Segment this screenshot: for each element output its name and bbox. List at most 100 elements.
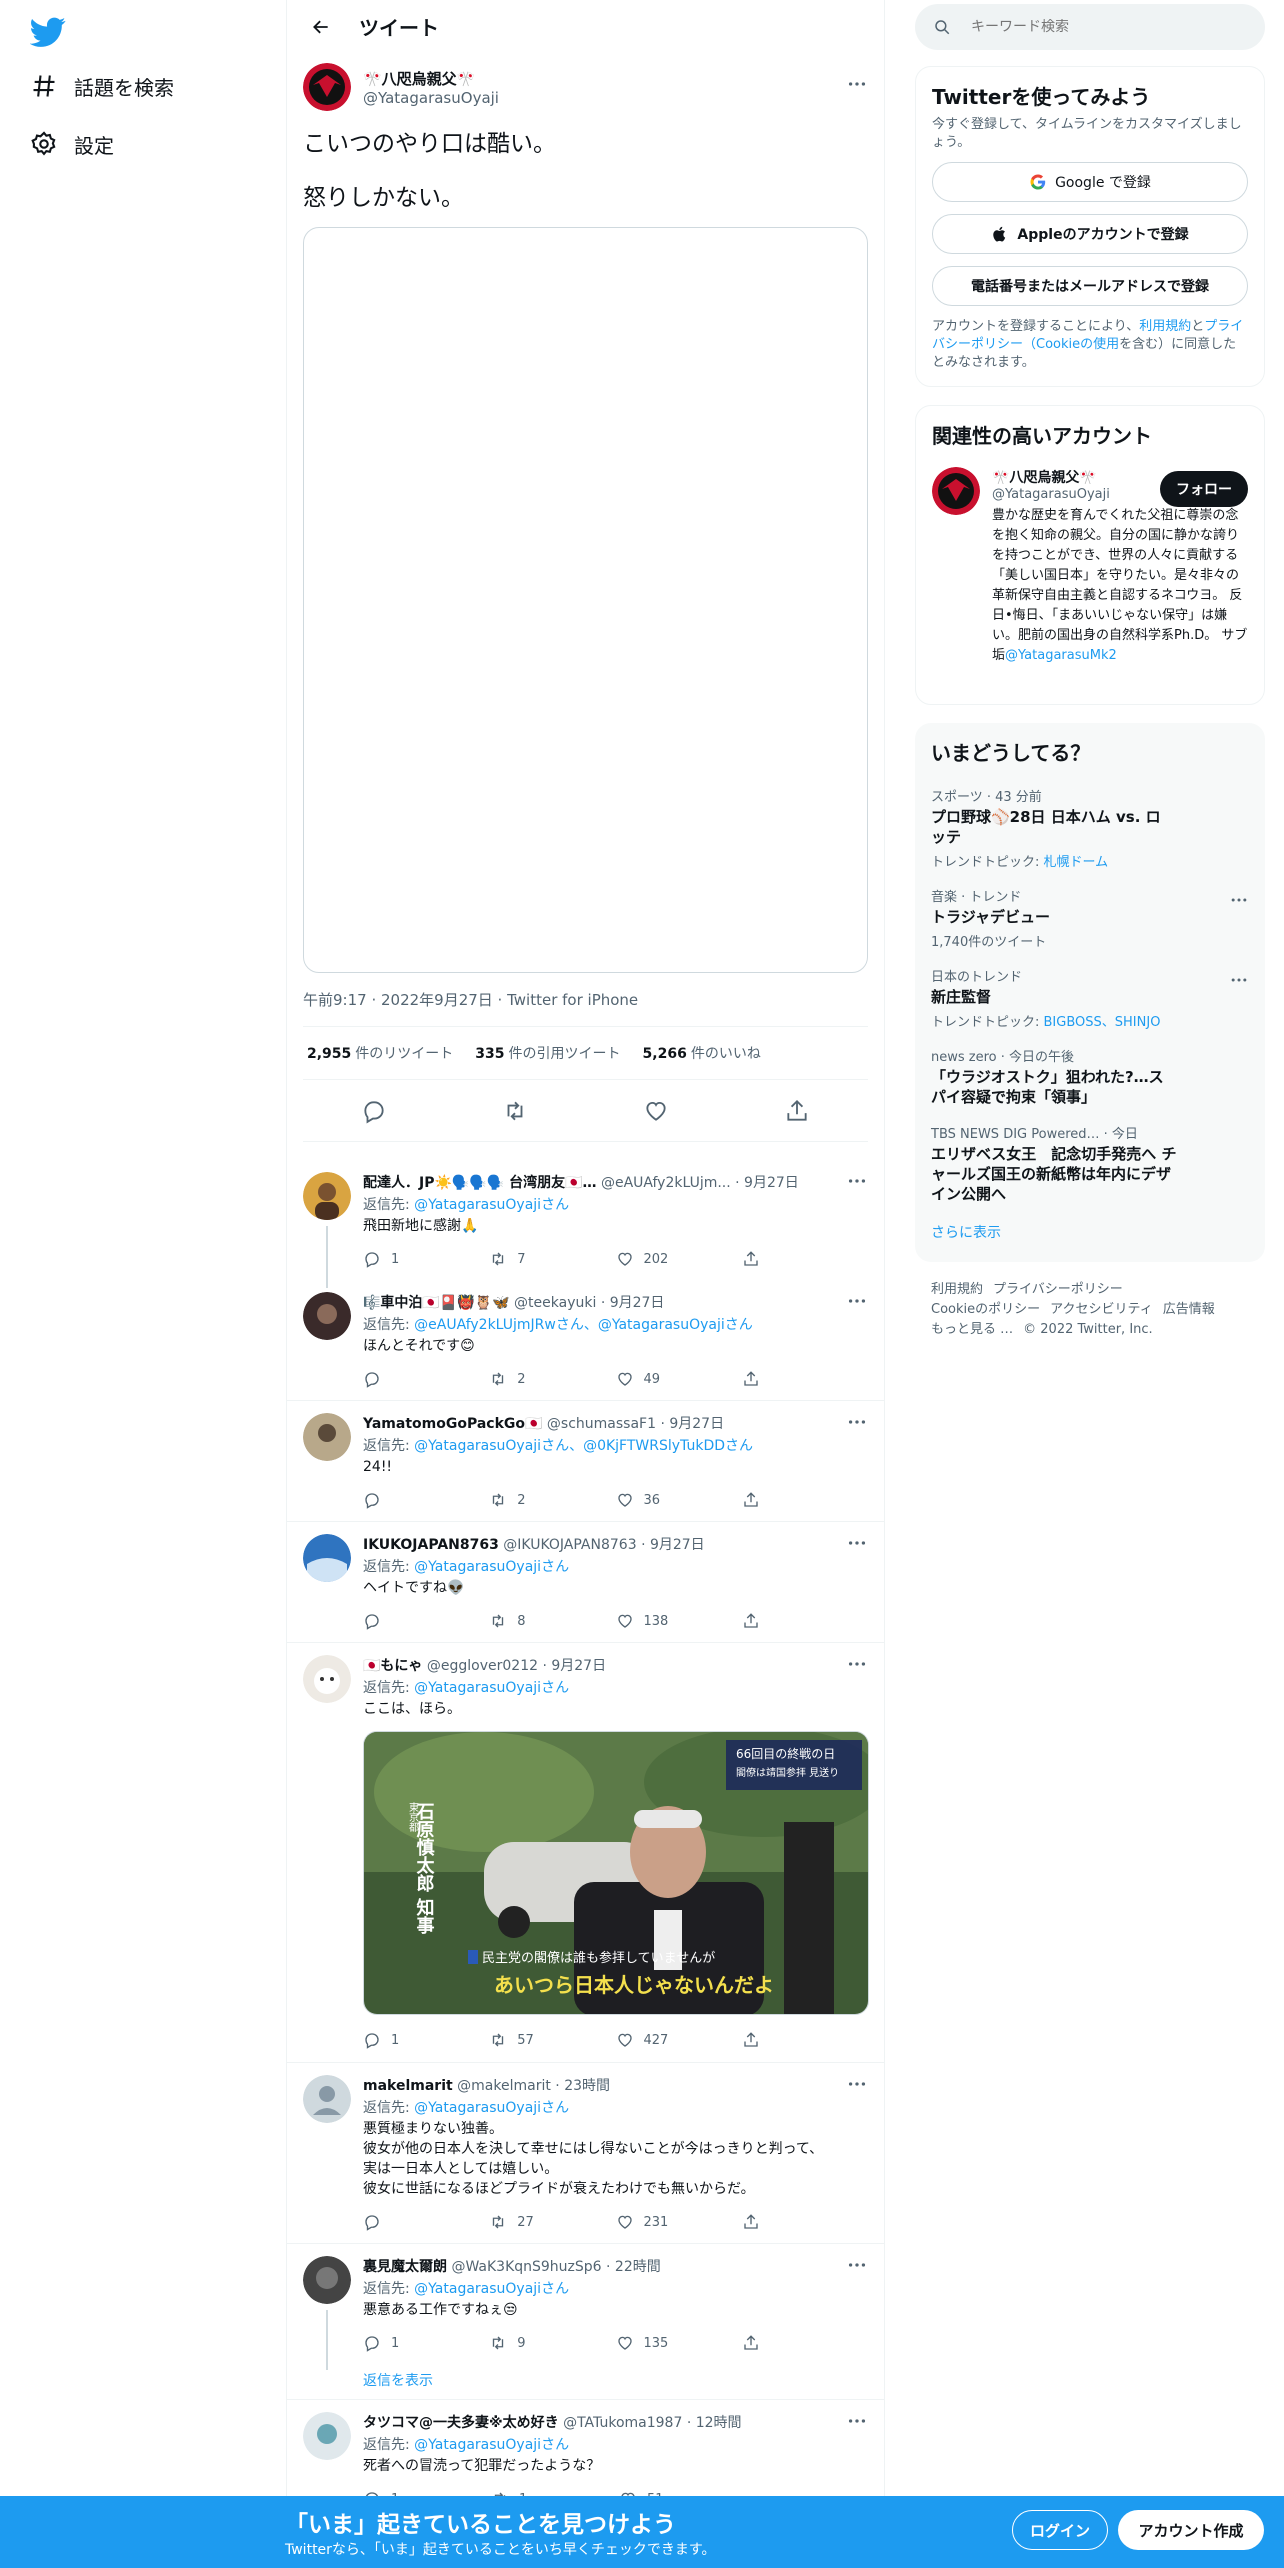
reply-count[interactable]: 1: [363, 1250, 489, 1268]
like-count[interactable]: 202: [616, 1250, 742, 1268]
show-replies-link[interactable]: 返信を表示: [363, 2370, 868, 2390]
avatar[interactable]: [303, 2412, 351, 2460]
search-bar[interactable]: [915, 4, 1265, 50]
nav-settings[interactable]: 設定: [30, 122, 114, 166]
more-icon[interactable]: [1229, 890, 1249, 910]
tweet-timestamp[interactable]: 午前9:17 · 2022年9月27日 · Twitter for iPhone: [303, 989, 868, 1027]
retweet-count[interactable]: 7: [489, 1250, 615, 1268]
retweet-count[interactable]: 2: [489, 1370, 615, 1388]
trend-item[interactable]: news zero · 今日の午後 「ウラジオストク」狙われた?…スパイ容疑で拘…: [931, 1038, 1249, 1115]
back-button[interactable]: [303, 9, 339, 45]
tweet-media[interactable]: [303, 227, 868, 973]
more-icon[interactable]: [846, 2410, 868, 2432]
trend-item[interactable]: 音楽 · トレンド トラジャデビュー 1,740件のツイート: [931, 878, 1249, 958]
reply-author-handle[interactable]: @egglover0212: [427, 1658, 538, 1674]
retweet-count[interactable]: 8: [489, 1612, 615, 1630]
reply-author-handle[interactable]: @schumassaF1: [547, 1416, 656, 1432]
footer-link[interactable]: 利用規約: [931, 1282, 983, 1297]
share-icon[interactable]: [784, 1098, 810, 1124]
trend-item[interactable]: 日本のトレンド 新庄監督 トレンドトピック: BIGBOSS、SHINJO: [931, 958, 1249, 1038]
reply-author-name[interactable]: タツコマ@一夫多妻※太め好き: [363, 2415, 559, 2431]
reply-time[interactable]: · 9月27日: [542, 1658, 606, 1674]
more-icon[interactable]: [846, 1411, 868, 1433]
retweet-icon[interactable]: [502, 1098, 528, 1124]
reply-author-handle[interactable]: @eAUAfy2kLUjm...: [601, 1175, 731, 1191]
retweet-count[interactable]: 9: [489, 2334, 615, 2352]
related-account[interactable]: 🎌八咫烏親父🎌 @YatagarasuOyaji 豊かな歴史を育んでくれた父祖に…: [932, 467, 1248, 666]
login-button[interactable]: ログイン: [1012, 2510, 1108, 2550]
footer-link[interactable]: プライバシーポリシー: [993, 1282, 1123, 1297]
avatar[interactable]: [303, 1534, 351, 1582]
like-count[interactable]: 36: [616, 1491, 742, 1509]
signup-button[interactable]: アカウント作成: [1118, 2510, 1264, 2550]
show-more-trends-link[interactable]: さらに表示: [931, 1212, 1249, 1248]
reply-media-image[interactable]: 66回目の終戦の日 閣僚は靖国参拝 見送り 東京都 石原慎太郎 知事 民主党の閣…: [363, 1731, 869, 2015]
reply-time[interactable]: · 9月27日: [641, 1537, 705, 1553]
avatar[interactable]: [303, 1292, 351, 1340]
reply-author-handle[interactable]: @teekayuki: [514, 1295, 596, 1311]
reply-count[interactable]: [363, 2213, 489, 2231]
apple-signup-button[interactable]: Appleのアカウントで登録: [932, 214, 1248, 254]
more-icon[interactable]: [846, 2254, 868, 2276]
reply-time[interactable]: · 9月27日: [660, 1416, 724, 1432]
share-button[interactable]: [742, 1612, 868, 1630]
retweets-stat[interactable]: 2,955 件のリツイート: [307, 1043, 453, 1063]
like-count[interactable]: 135: [616, 2334, 742, 2352]
likes-stat[interactable]: 5,266 件のいいね: [643, 1043, 761, 1063]
footer-more-link[interactable]: もっと見る …: [931, 1322, 1013, 1337]
avatar[interactable]: [303, 1655, 351, 1703]
reply-item[interactable]: makelmarit @makelmarit · 23時間 返信先: @Yata…: [287, 2063, 884, 2244]
retweet-count[interactable]: 27: [489, 2213, 615, 2231]
author-handle[interactable]: @YatagarasuOyaji: [363, 89, 499, 107]
like-icon[interactable]: [643, 1098, 669, 1124]
reply-author-handle[interactable]: @TATukoma1987: [563, 2415, 682, 2431]
reply-item[interactable]: YamatomoGoPackGo🇯🇵 @schumassaF1 · 9月27日 …: [287, 1401, 884, 1522]
like-count[interactable]: 231: [616, 2213, 742, 2231]
trend-item[interactable]: スポーツ · 43 分前 プロ野球⚾28日 日本ハム vs. ロッテ トレンドト…: [931, 778, 1249, 878]
like-count[interactable]: 49: [616, 1370, 742, 1388]
share-button[interactable]: [742, 1250, 868, 1268]
reply-count[interactable]: [363, 1612, 489, 1630]
reply-item[interactable]: IKUKOJAPAN8763 @IKUKOJAPAN8763 · 9月27日 返…: [287, 1522, 884, 1643]
reply-author-name[interactable]: 配達人．JP☀️🗣️🗣️🗣️ 台湾朋友🇯🇵…: [363, 1175, 597, 1191]
share-button[interactable]: [742, 2334, 868, 2352]
avatar[interactable]: [303, 2256, 351, 2304]
footer-link[interactable]: 広告情報: [1163, 1302, 1215, 1317]
footer-link[interactable]: Cookieのポリシー: [931, 1302, 1040, 1317]
nav-explore[interactable]: 話題を検索: [30, 64, 174, 108]
share-button[interactable]: [742, 2031, 868, 2049]
phone-email-signup-button[interactable]: 電話番号またはメールアドレスで登録: [932, 266, 1248, 306]
avatar[interactable]: [303, 63, 351, 111]
share-button[interactable]: [742, 2213, 868, 2231]
reply-count[interactable]: [363, 1370, 489, 1388]
reply-item[interactable]: 配達人．JP☀️🗣️🗣️🗣️ 台湾朋友🇯🇵… @eAUAfy2kLUjm... …: [287, 1160, 884, 1288]
avatar[interactable]: [932, 467, 980, 515]
avatar[interactable]: [303, 1413, 351, 1461]
trend-item[interactable]: TBS NEWS DIG Powered… · 今日 エリザベス女王 記念切手発…: [931, 1115, 1249, 1212]
reply-author-name[interactable]: makelmarit: [363, 2078, 453, 2094]
reply-author-name[interactable]: IKUKOJAPAN8763: [363, 1537, 499, 1553]
reply-count[interactable]: 1: [363, 2334, 489, 2352]
twitter-logo-icon[interactable]: [30, 14, 66, 50]
reply-time[interactable]: · 23時間: [555, 2078, 610, 2094]
like-count[interactable]: 138: [616, 1612, 742, 1630]
reply-item[interactable]: 🇯🇵もにゃ @egglover0212 · 9月27日 返信先: @Yataga…: [287, 1643, 884, 2063]
reply-time[interactable]: · 12時間: [687, 2415, 742, 2431]
avatar[interactable]: [303, 2075, 351, 2123]
reply-author-handle[interactable]: @WaK3KqnS9huzSp6: [451, 2259, 601, 2275]
reply-count[interactable]: [363, 1491, 489, 1509]
more-icon[interactable]: [846, 73, 868, 95]
reply-item[interactable]: 🎼車中泊🇯🇵🎴👹🦉🦋 @teekayuki · 9月27日 返信先: @eAUA…: [287, 1280, 884, 1401]
more-icon[interactable]: [846, 1170, 868, 1192]
reply-time[interactable]: · 9月27日: [735, 1175, 799, 1191]
quotes-stat[interactable]: 335 件の引用ツイート: [475, 1043, 620, 1063]
share-button[interactable]: [742, 1491, 868, 1509]
reply-author-handle[interactable]: @IKUKOJAPAN8763: [503, 1537, 636, 1553]
reply-author-name[interactable]: YamatomoGoPackGo🇯🇵: [363, 1416, 542, 1432]
reply-author-name[interactable]: 🇯🇵もにゃ: [363, 1658, 422, 1674]
share-button[interactable]: [742, 1370, 868, 1388]
reply-item[interactable]: 裏見魔太爾朗 @WaK3KqnS9huzSp6 · 22時間 返信先: @Yat…: [287, 2244, 884, 2400]
more-icon[interactable]: [846, 1653, 868, 1675]
reply-time[interactable]: · 22時間: [606, 2259, 661, 2275]
reply-author-handle[interactable]: @makelmarit: [457, 2078, 551, 2094]
